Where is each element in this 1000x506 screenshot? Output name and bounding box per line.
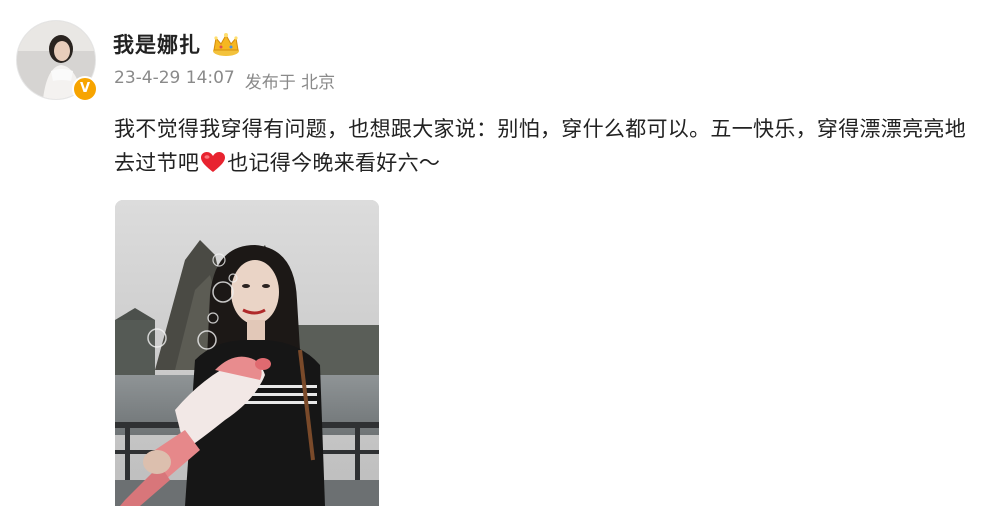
verified-badge: V xyxy=(72,76,98,102)
post-location: 发布于 北京 xyxy=(244,73,336,93)
avatar-container[interactable]: V xyxy=(16,20,98,102)
crown-icon[interactable] xyxy=(211,31,241,57)
author-row: 我是娜扎 xyxy=(113,28,241,60)
post-meta: 23-4-29 14:07 发布于 北京 xyxy=(114,68,335,93)
post-timestamp[interactable]: 23-4-29 14:07 xyxy=(114,68,235,93)
photo-woman-with-bubble-gun xyxy=(115,200,379,506)
post-image[interactable] xyxy=(115,200,379,506)
post-content: 我不觉得我穿得有问题，也想跟大家说：别怕，穿什么都可以。五一快乐，穿得漂漂亮亮地… xyxy=(114,112,984,180)
author-name[interactable]: 我是娜扎 xyxy=(113,29,201,59)
heart-icon xyxy=(201,152,226,172)
post-text-part-2: 也记得今晚来看好六～ xyxy=(227,151,441,175)
weibo-post: V 我是娜扎 23-4-29 14:07 发布于 北京 我不觉得我穿得有问题，也… xyxy=(0,0,1000,506)
